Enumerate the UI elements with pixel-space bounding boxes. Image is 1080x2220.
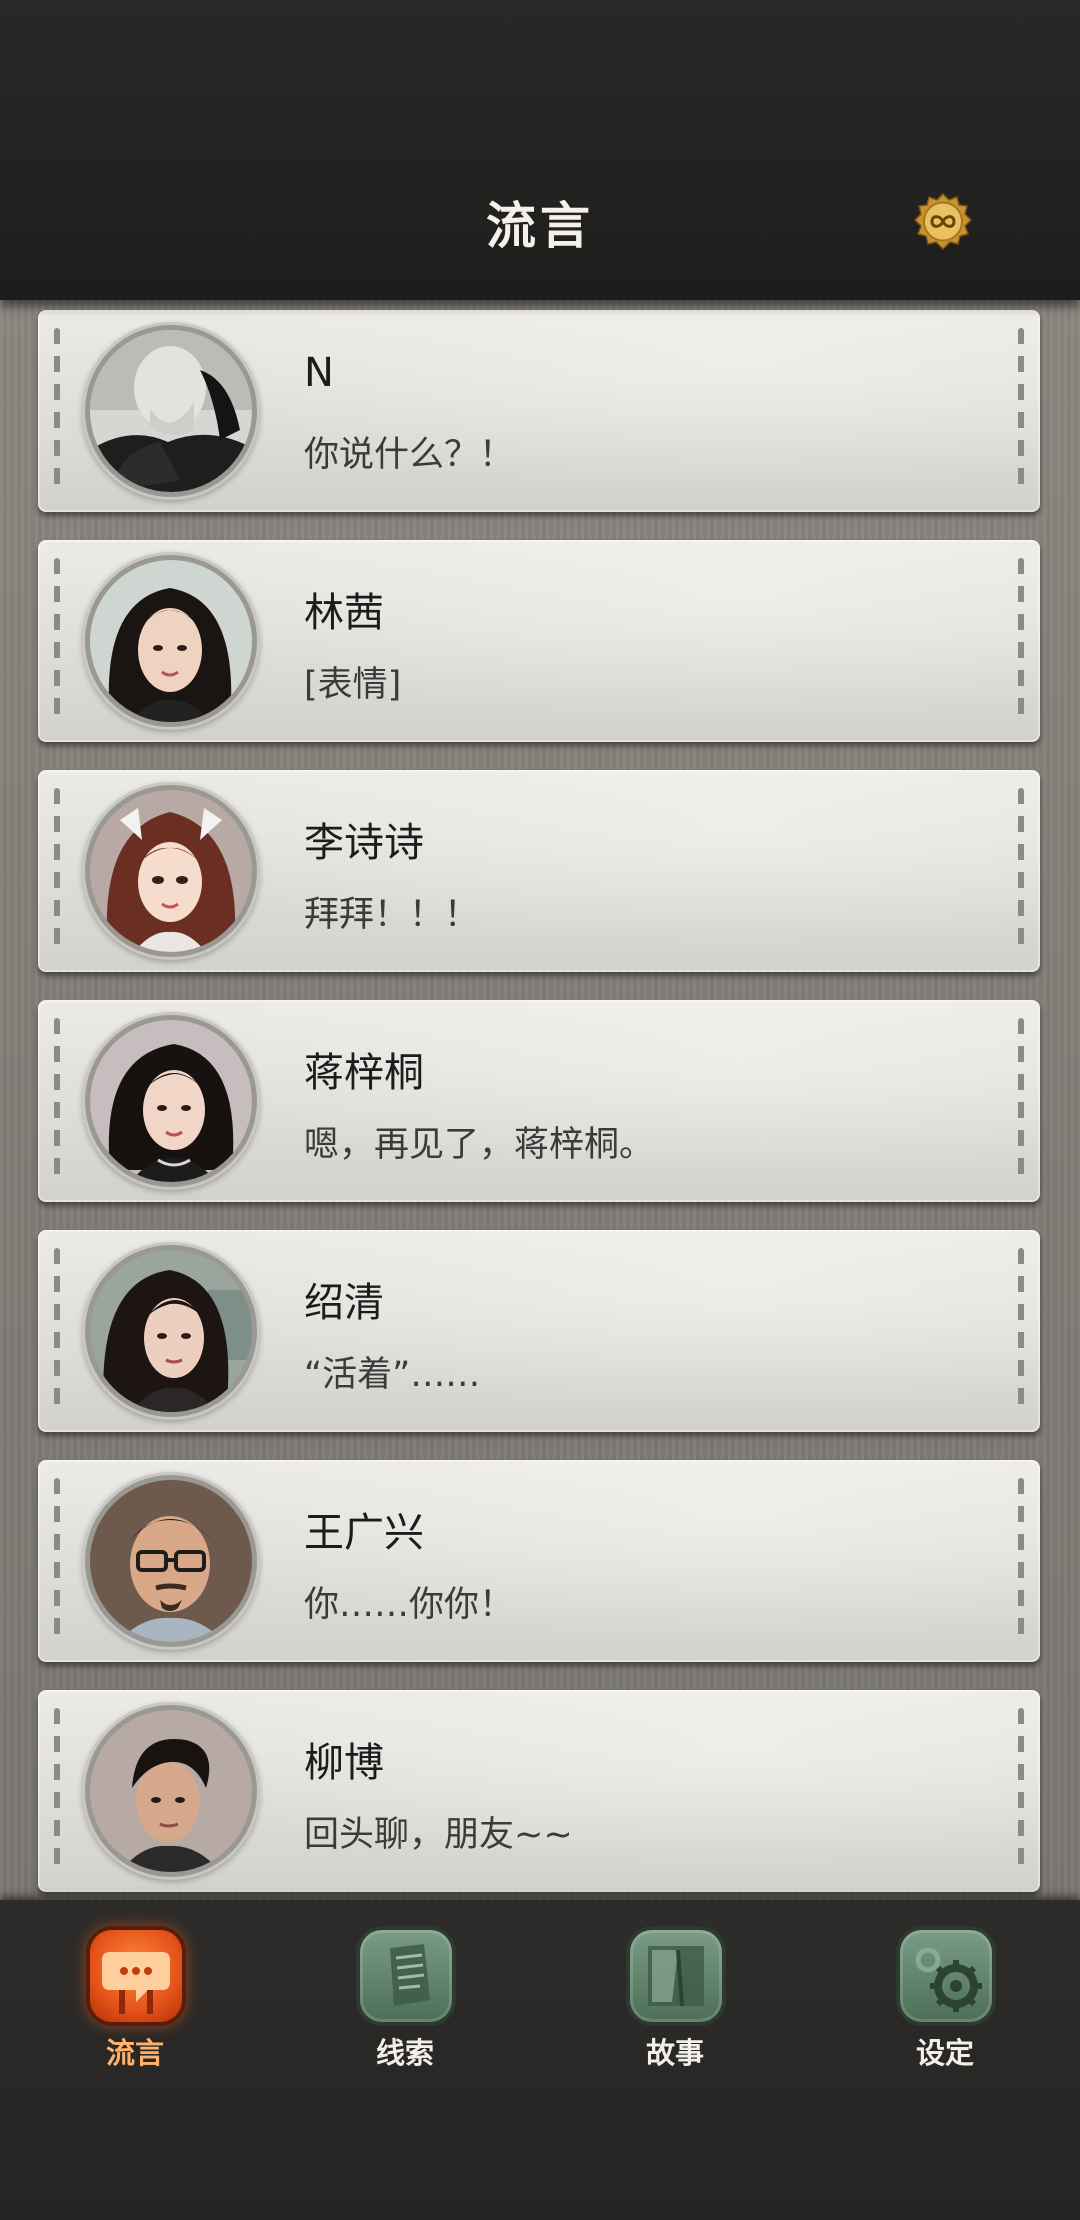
stitch-left — [54, 328, 60, 494]
avatar-jiang-zitong — [90, 1020, 252, 1182]
stitch-right — [1018, 1248, 1024, 1414]
contact-name: N — [304, 350, 334, 396]
tab-clues[interactable]: 线索 — [330, 1930, 480, 2080]
last-message: 你……你你！ — [304, 1585, 515, 1625]
infinity-coin-icon[interactable] — [913, 192, 973, 252]
contact-name: 李诗诗 — [304, 820, 424, 866]
tab-label: 故事 — [645, 2036, 704, 2070]
avatar-li-shishi — [90, 790, 252, 952]
stitch-left — [54, 1708, 60, 1874]
conversation-card-lin-qian[interactable]: 林茜 [表情] — [38, 540, 1040, 742]
stitch-right — [1018, 1478, 1024, 1644]
stitch-left — [54, 1478, 60, 1644]
last-message: 你说什么？！ — [304, 435, 515, 475]
conversation-card-n[interactable]: N 你说什么？！ — [38, 310, 1040, 512]
contact-name: 王广兴 — [304, 1510, 424, 1556]
book-icon — [630, 1930, 722, 2022]
conversation-card-li-shishi[interactable]: 李诗诗 拜拜！！！ — [38, 770, 1040, 972]
top-header: 流言 — [0, 0, 1080, 300]
tab-label: 线索 — [375, 2036, 434, 2070]
conversation-card-liu-bo[interactable]: 柳博 回头聊，朋友~~ — [38, 1690, 1040, 1892]
conversation-card-wang-guangxing[interactable]: 王广兴 你……你你！ — [38, 1460, 1040, 1662]
avatar-shao-qing — [90, 1250, 252, 1412]
contact-name: 绍清 — [304, 1280, 384, 1326]
stitch-right — [1018, 1708, 1024, 1874]
last-message: [表情] — [304, 665, 402, 705]
bottom-nav: 流言 线索 故事 设定 — [0, 1900, 1080, 2220]
chat-bubble-icon — [90, 1930, 182, 2022]
contact-name: 林茜 — [304, 590, 384, 636]
conversation-list: N 你说什么？！ 林茜 [表情] 李诗诗 拜拜！！！ 蒋梓桐 嗯，再见了，蒋梓桐… — [0, 300, 1080, 1900]
contact-name: 柳博 — [304, 1740, 384, 1786]
avatar-liu-bo — [90, 1710, 252, 1872]
stitch-left — [54, 1018, 60, 1184]
stitch-left — [54, 788, 60, 954]
last-message: 拜拜！！！ — [304, 895, 480, 935]
clue-paper-icon — [360, 1930, 452, 2022]
stitch-left — [54, 558, 60, 724]
last-message: 回头聊，朋友~~ — [304, 1815, 573, 1855]
stitch-right — [1018, 558, 1024, 724]
tab-stories[interactable]: 故事 — [600, 1930, 750, 2080]
stitch-right — [1018, 788, 1024, 954]
stitch-right — [1018, 1018, 1024, 1184]
last-message: “活着”…… — [304, 1355, 481, 1395]
gear-icon — [900, 1930, 992, 2022]
avatar-wang-guangxing — [90, 1480, 252, 1642]
tab-rumors[interactable]: 流言 — [60, 1930, 210, 2080]
tab-label: 流言 — [105, 2036, 164, 2070]
contact-name: 蒋梓桐 — [304, 1050, 424, 1096]
last-message: 嗯，再见了，蒋梓桐。 — [304, 1125, 655, 1165]
conversation-card-shao-qing[interactable]: 绍清 “活着”…… — [38, 1230, 1040, 1432]
stitch-left — [54, 1248, 60, 1414]
avatar-lin-qian — [90, 560, 252, 722]
stitch-right — [1018, 328, 1024, 494]
tab-label: 设定 — [915, 2036, 974, 2070]
tab-settings[interactable]: 设定 — [870, 1930, 1020, 2080]
conversation-card-jiang-zitong[interactable]: 蒋梓桐 嗯，再见了，蒋梓桐。 — [38, 1000, 1040, 1202]
avatar-n — [90, 330, 252, 492]
